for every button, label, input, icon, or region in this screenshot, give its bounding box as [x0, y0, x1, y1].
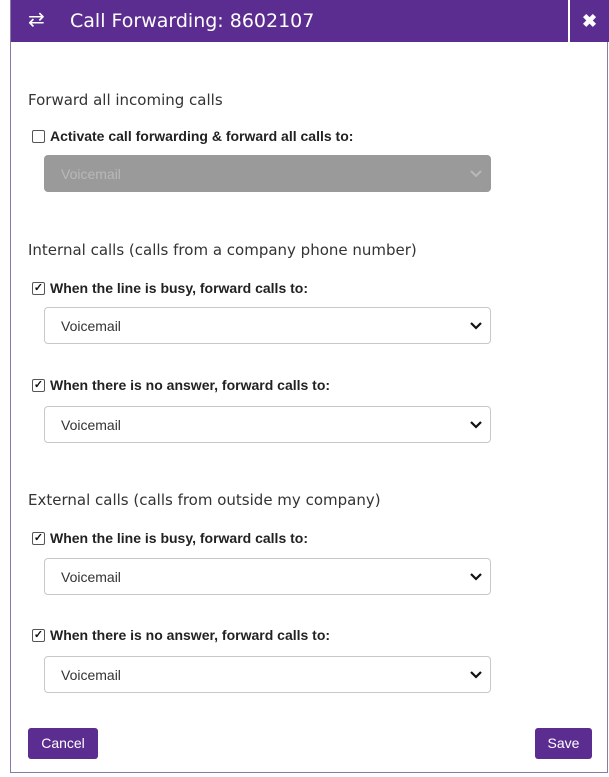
activate-forwarding-checkbox-row[interactable]: Activate call forwarding & forward all c…: [32, 128, 353, 144]
dialog-title: Call Forwarding: 8602107: [70, 10, 315, 32]
cancel-button[interactable]: Cancel: [28, 728, 98, 759]
external-noanswer-select-value: Voicemail: [61, 667, 121, 683]
internal-busy-select-value: Voicemail: [61, 318, 121, 334]
external-noanswer-label: When there is no answer, forward calls t…: [50, 627, 331, 643]
close-button[interactable]: ✖: [570, 0, 609, 42]
activate-forwarding-label: Activate call forwarding & forward all c…: [50, 128, 354, 144]
swap-arrows-icon: ⇄: [28, 9, 45, 31]
chevron-down-icon: [470, 322, 482, 330]
internal-noanswer-select-value: Voicemail: [61, 417, 121, 433]
dialog-header: ⇄ Call Forwarding: 8602107: [11, 0, 568, 42]
chevron-down-icon: [470, 671, 482, 679]
external-busy-select[interactable]: Voicemail: [44, 558, 491, 595]
internal-noanswer-label: When there is no answer, forward calls t…: [50, 377, 331, 393]
forward-all-section-title: Forward all incoming calls: [28, 91, 223, 109]
external-busy-checkbox-row[interactable]: ✓ When the line is busy, forward calls t…: [32, 530, 308, 546]
save-button[interactable]: Save: [535, 728, 592, 759]
external-section-title: External calls (calls from outside my co…: [28, 491, 381, 509]
call-forwarding-dialog: ⇄ Call Forwarding: 8602107 ✖ Forward all…: [10, 0, 609, 773]
external-busy-checkbox[interactable]: ✓: [32, 531, 45, 545]
chevron-down-icon: [470, 573, 482, 581]
internal-busy-checkbox-row[interactable]: ✓ When the line is busy, forward calls t…: [32, 280, 308, 296]
internal-busy-select[interactable]: Voicemail: [44, 307, 491, 344]
internal-noanswer-checkbox-row[interactable]: ✓ When there is no answer, forward calls…: [32, 377, 330, 393]
activate-forwarding-checkbox[interactable]: [32, 129, 45, 143]
internal-noanswer-select[interactable]: Voicemail: [44, 406, 491, 443]
external-noanswer-checkbox[interactable]: ✓: [32, 628, 45, 642]
external-busy-select-value: Voicemail: [61, 569, 121, 585]
forward-all-select-value: Voicemail: [61, 166, 121, 182]
external-busy-label: When the line is busy, forward calls to:: [50, 530, 309, 546]
external-noanswer-checkbox-row[interactable]: ✓ When there is no answer, forward calls…: [32, 627, 330, 643]
chevron-down-icon: [470, 170, 482, 178]
internal-noanswer-checkbox[interactable]: ✓: [32, 378, 45, 392]
external-noanswer-select[interactable]: Voicemail: [44, 656, 491, 693]
internal-section-title: Internal calls (calls from a company pho…: [28, 241, 417, 259]
internal-busy-checkbox[interactable]: ✓: [32, 281, 45, 295]
internal-busy-label: When the line is busy, forward calls to:: [50, 280, 309, 296]
forward-all-select: Voicemail: [44, 155, 491, 192]
close-x-icon: ✖: [581, 11, 598, 31]
chevron-down-icon: [470, 421, 482, 429]
